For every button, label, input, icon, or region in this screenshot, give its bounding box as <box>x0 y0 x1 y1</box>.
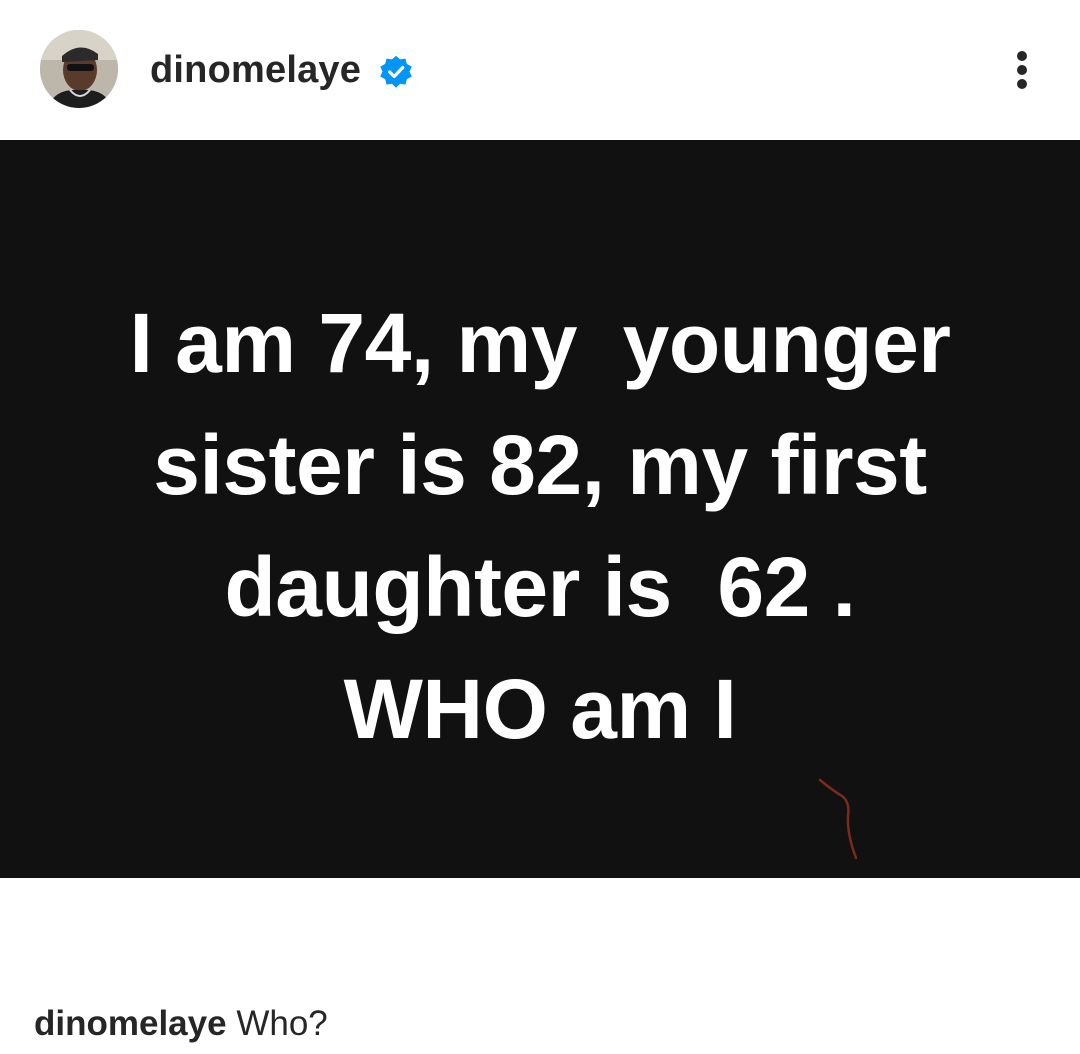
image-text-line: I am 74, my younger <box>129 296 951 390</box>
verified-badge-icon <box>378 54 414 90</box>
post-author-username[interactable]: dinomelaye <box>150 48 361 92</box>
avatar-photo <box>40 30 118 108</box>
more-dot <box>1017 79 1027 89</box>
more-dot <box>1017 65 1027 75</box>
post-image-text: I am 74, my younger sister is 82, my firs… <box>0 282 1080 770</box>
post-image[interactable]: I am 74, my younger sister is 82, my firs… <box>0 140 1080 878</box>
more-dot <box>1017 51 1027 61</box>
profile-avatar[interactable] <box>40 30 118 108</box>
image-text-line: WHO am I <box>343 662 737 756</box>
caption-username[interactable]: dinomelaye <box>34 1004 227 1043</box>
more-options-icon[interactable] <box>1004 46 1040 94</box>
instagram-post: dinomelaye I am 74, my younger sister is … <box>0 0 1080 1054</box>
scribble-mark <box>818 778 858 860</box>
post-header: dinomelaye <box>0 0 1080 140</box>
post-caption: dinomelaye Who? <box>34 1002 328 1046</box>
caption-text: Who? <box>236 1004 328 1043</box>
image-text-line: sister is 82, my first <box>153 418 927 512</box>
image-text-line: daughter is 62 . <box>224 540 856 634</box>
